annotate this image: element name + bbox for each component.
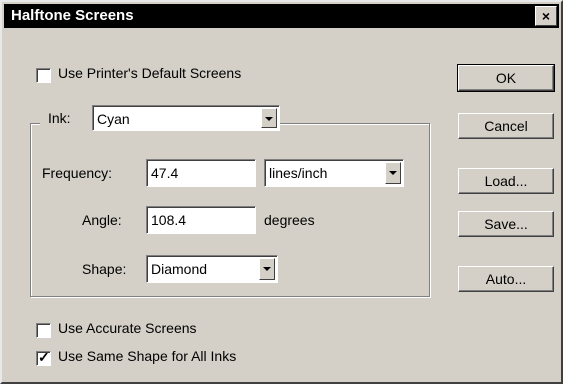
frequency-value: 47.4 xyxy=(151,165,179,181)
angle-input[interactable]: 108.4 xyxy=(146,206,256,234)
angle-label: Angle: xyxy=(82,212,122,228)
window-title: Halftone Screens xyxy=(11,7,134,24)
use-printer-default-checkbox[interactable] xyxy=(36,68,51,83)
use-same-shape-checkbox[interactable]: ✓ xyxy=(36,349,51,366)
checkmark-icon: ✓ xyxy=(38,349,50,365)
frequency-input[interactable]: 47.4 xyxy=(146,159,256,187)
frequency-unit-value: lines/inch xyxy=(269,165,328,181)
use-accurate-screens-checkbox[interactable] xyxy=(36,323,51,338)
auto-button[interactable]: Auto... xyxy=(458,266,554,292)
shape-label: Shape: xyxy=(82,261,127,277)
frequency-unit-select[interactable]: lines/inch xyxy=(264,159,404,187)
close-button[interactable]: × xyxy=(535,6,557,26)
use-same-shape-label: Use Same Shape for All Inks xyxy=(58,348,237,364)
chevron-down-icon[interactable] xyxy=(261,108,277,128)
chevron-down-icon[interactable] xyxy=(385,162,401,184)
frequency-label: Frequency: xyxy=(42,165,113,181)
angle-unit-label: degrees xyxy=(264,212,315,228)
load-button[interactable]: Load... xyxy=(458,168,554,194)
cancel-button[interactable]: Cancel xyxy=(458,113,554,139)
title-bar: Halftone Screens × xyxy=(4,4,559,28)
ink-select[interactable]: Cyan xyxy=(92,105,280,131)
chevron-down-icon[interactable] xyxy=(259,258,275,280)
halftone-screens-dialog: Halftone Screens × Use Printer's Default… xyxy=(0,0,563,384)
shape-select[interactable]: Diamond xyxy=(146,255,278,283)
use-printer-default-label: Use Printer's Default Screens xyxy=(58,65,242,81)
ink-select-value: Cyan xyxy=(97,111,130,127)
ok-button[interactable]: OK xyxy=(457,64,555,92)
close-icon: × xyxy=(541,8,551,24)
ink-label: Ink: xyxy=(48,110,71,126)
save-button[interactable]: Save... xyxy=(458,211,554,237)
use-accurate-screens-label: Use Accurate Screens xyxy=(58,320,197,336)
shape-select-value: Diamond xyxy=(151,261,208,277)
angle-value: 108.4 xyxy=(151,212,187,228)
